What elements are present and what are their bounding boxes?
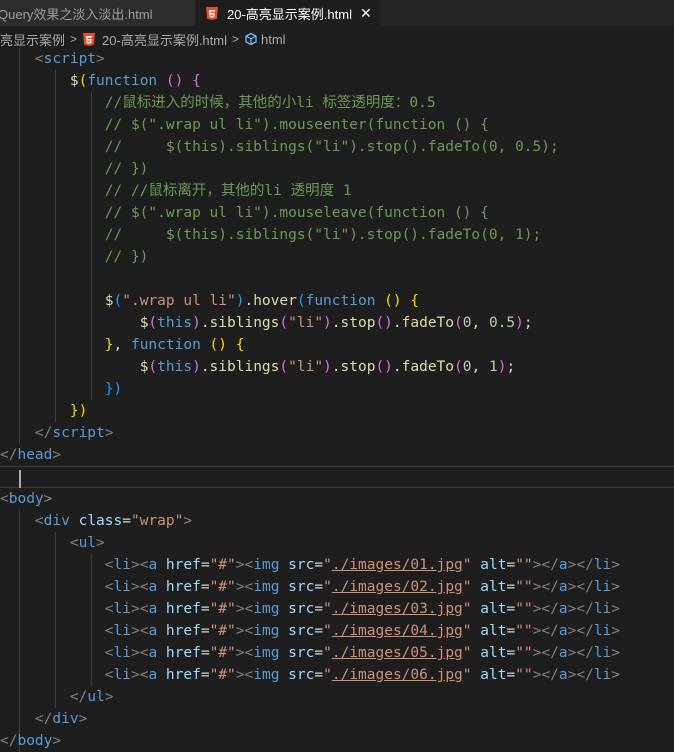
breadcrumb-symbol[interactable]: html — [244, 32, 286, 47]
tab-jquery-fade[interactable]: Query效果之淡入淡出.html — [0, 0, 195, 26]
image-path-link[interactable]: ./images/02.jpg — [332, 579, 463, 595]
code-line: <li><a href="#"><img src="./images/02.jp… — [104, 579, 621, 595]
code-line: <li><a href="#"><img src="./images/04.jp… — [104, 623, 621, 639]
code-line: </ul> — [69, 689, 114, 705]
code-line: $(".wrap ul li").hover(function () { — [104, 293, 420, 309]
image-path-link[interactable]: ./images/04.jpg — [332, 623, 463, 639]
code-line: <script> — [34, 51, 105, 67]
code-line: <li><a href="#"><img src="./images/05.jp… — [104, 645, 621, 661]
html5-icon — [205, 6, 218, 20]
code-line: </div> — [34, 711, 88, 727]
breadcrumb-folder[interactable]: 亮显示案例 — [0, 30, 65, 49]
tab-label: 20-高亮显示案例.html — [227, 6, 352, 22]
image-path-link[interactable]: ./images/05.jpg — [332, 645, 463, 661]
image-path-link[interactable]: ./images/01.jpg — [332, 557, 463, 573]
code-line: $(function () { — [69, 73, 201, 89]
code-line: // $(".wrap ul li").mouseleave(function … — [104, 205, 489, 221]
code-line: <li><a href="#"><img src="./images/03.jp… — [104, 601, 621, 617]
tab-bar: Query效果之淡入淡出.html 20-高亮显示案例.html ✕ — [0, 0, 674, 26]
current-line[interactable] — [0, 466, 674, 488]
code-line: <div class="wrap"> — [34, 513, 193, 529]
code-editor[interactable]: <script> $(function () { //鼠标进入的时候，其他的小l… — [0, 48, 674, 752]
code-line: <ul> — [69, 535, 105, 551]
code-line: <li><a href="#"><img src="./images/06.jp… — [104, 667, 621, 683]
image-path-link[interactable]: ./images/03.jpg — [332, 601, 463, 617]
code-line: // $(this).siblings("li").stop().fadeTo(… — [104, 139, 559, 155]
code-line: </body> — [0, 733, 62, 749]
code-line: }, function () { — [104, 337, 245, 353]
code-line: <body> — [0, 491, 53, 507]
code-line: $(this).siblings("li").stop().fadeTo(0, … — [139, 315, 533, 331]
code-line: // $(this).siblings("li").stop().fadeTo(… — [104, 227, 542, 243]
code-line: }) — [69, 403, 88, 419]
tab-highlight-demo[interactable]: 20-高亮显示案例.html ✕ — [195, 0, 380, 26]
code-line: // }) — [104, 161, 149, 177]
close-icon[interactable]: ✕ — [360, 5, 372, 22]
code-line: $(this).siblings("li").stop().fadeTo(0, … — [139, 359, 516, 375]
tab-label: Query效果之淡入淡出.html — [0, 6, 153, 22]
breadcrumb-file[interactable]: 20-高亮显示案例.html — [82, 30, 227, 49]
code-line: //鼠标进入的时候，其他的小li 标签透明度：0.5 — [104, 95, 436, 111]
code-line: // }) — [104, 249, 149, 265]
code-line: </script> — [34, 425, 114, 441]
code-line: <li><a href="#"><img src="./images/01.jp… — [104, 557, 621, 573]
code-line: }) — [104, 381, 123, 397]
html5-icon — [82, 32, 95, 46]
image-path-link[interactable]: ./images/06.jpg — [332, 667, 463, 683]
chevron-right-icon: > — [70, 32, 78, 46]
symbol-element-icon — [244, 32, 258, 46]
code-line: // //鼠标离开，其他的li 透明度 1 — [104, 183, 352, 199]
text-cursor — [19, 470, 21, 488]
code-line: </head> — [0, 447, 62, 463]
breadcrumb: 亮显示案例 > 20-高亮显示案例.html > html — [0, 28, 674, 50]
chevron-right-icon: > — [232, 32, 240, 46]
code-line: // $(".wrap ul li").mouseenter(function … — [104, 117, 489, 133]
